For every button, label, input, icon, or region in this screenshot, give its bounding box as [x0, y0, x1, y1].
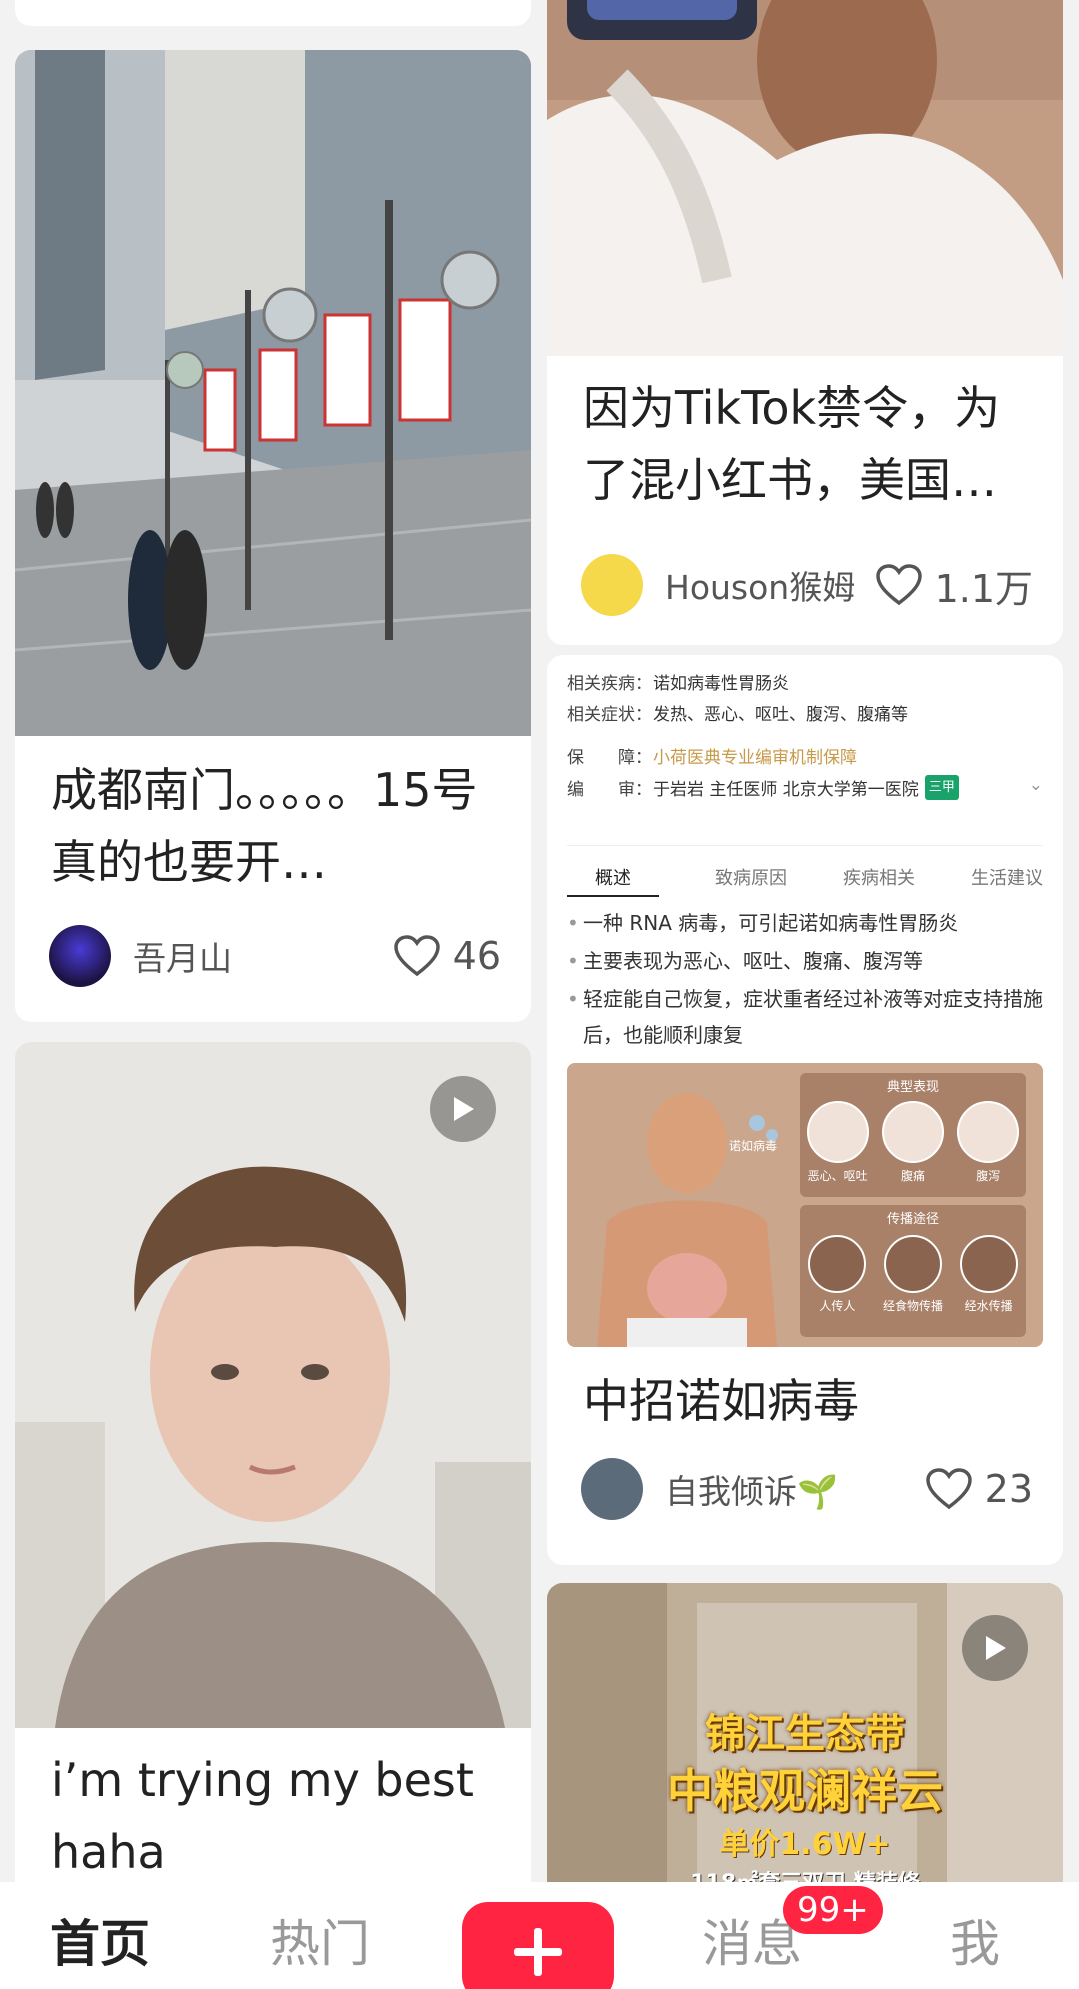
play-icon — [454, 1097, 474, 1121]
reviewer-value: 于岩岩 主任医师 北京大学第一医院 — [653, 780, 919, 800]
overview-bullet: 轻症能自己恢复，症状重者经过补液等对症支持措施后，也能顺利康复 — [567, 981, 1043, 1053]
plus-icon — [514, 1928, 562, 1976]
note-meta: 吾月山 46 — [15, 916, 531, 996]
avatar[interactable] — [581, 1458, 643, 1520]
typical-items: 恶心、呕吐 腹痛 腹泻 — [800, 1101, 1026, 1184]
typical-title: 典型表现 — [886, 1080, 939, 1095]
typical-item: 腹痛 — [881, 1101, 944, 1184]
play-icon — [986, 1636, 1006, 1660]
typical-item-label: 腹泻 — [976, 1169, 1001, 1183]
water-drop-icon — [959, 1235, 1018, 1293]
diarrhea-icon — [957, 1101, 1020, 1163]
tab-related[interactable]: 疾病相关 — [843, 864, 915, 897]
transmission-item-label: 经食物传播 — [882, 1299, 943, 1313]
street-photo-illustration — [15, 50, 531, 736]
video-play-badge — [962, 1615, 1028, 1681]
transmission-item: 经水传播 — [959, 1235, 1018, 1314]
transmission-item-label: 人传人 — [819, 1299, 856, 1313]
bottom-tab-bar: 首页 热门 消息 99+ 我 — [0, 1882, 1079, 1989]
heart-icon — [875, 564, 922, 606]
note-cover-image: 锦江生态带 中粮观澜祥云 单价1.6W+ 118㎡套三双卫 精装修 — [547, 1583, 1063, 1903]
disease-row: 相关疾病： 诺如病毒性胃肠炎 — [567, 669, 789, 694]
typical-item-label: 恶心、呕吐 — [807, 1169, 868, 1183]
note-meta: 自我倾诉🌱 23 — [547, 1449, 1063, 1529]
transmission-item: 人传人 — [808, 1235, 867, 1314]
previous-card-fragment[interactable] — [15, 0, 531, 26]
guarantee-label: 保 障： — [567, 748, 652, 768]
avatar[interactable] — [49, 925, 111, 987]
symptom-value: 发热、恶心、呕吐、腹泻、腹痛等 — [653, 705, 908, 725]
typical-item: 恶心、呕吐 — [806, 1101, 869, 1184]
medical-tabs: 概述 致病原因 疾病相关 生活建议 — [567, 845, 1043, 897]
tab-me[interactable]: 我 — [950, 1904, 1000, 1976]
virus-label: 诺如病毒 — [729, 1139, 778, 1153]
overlay-text-line2: 中粮观澜祥云 — [667, 1764, 943, 1818]
author-name[interactable]: 吾月山 — [133, 932, 393, 980]
typical-symptoms-panel: 典型表现 恶心、呕吐 腹痛 腹泻 — [800, 1073, 1026, 1197]
note-card[interactable]: 成都南门。。。。。15号真的也要开… 吾月山 46 — [15, 50, 531, 1022]
guarantee-value: 小荷医典专业编审机制保障 — [653, 748, 857, 768]
publish-button[interactable] — [462, 1902, 614, 1989]
avatar[interactable] — [581, 554, 643, 616]
tab-hot[interactable]: 热门 — [270, 1904, 370, 1976]
note-card[interactable]: 因为TikTok禁令，为了混小红书，美国… Houson猴姆 1.1万 — [547, 0, 1063, 645]
norovirus-illustration: 诺如病毒 典型表现 恶心、呕吐 腹痛 腹泻 传播途径 人传人 经食物传播 经水传… — [567, 1063, 1043, 1347]
note-cover-image — [15, 50, 531, 736]
transmission-items: 人传人 经食物传播 经水传播 — [800, 1235, 1026, 1314]
note-card[interactable]: 相关疾病： 诺如病毒性胃肠炎 相关症状： 发热、恶心、呕吐、腹泻、腹痛等 保 障… — [547, 655, 1063, 1565]
like-button[interactable]: 23 — [925, 1467, 1033, 1511]
tab-causes[interactable]: 致病原因 — [715, 864, 787, 897]
tab-overview[interactable]: 概述 — [567, 864, 659, 897]
guarantee-row: 保 障： 小荷医典专业编审机制保障 — [567, 743, 857, 768]
chevron-down-icon[interactable]: ⌄ — [1029, 775, 1043, 800]
disease-value: 诺如病毒性胃肠炎 — [653, 674, 789, 694]
tab-life-advice[interactable]: 生活建议 — [971, 864, 1043, 897]
like-count: 46 — [452, 934, 501, 978]
transmission-panel: 传播途径 人传人 经食物传播 经水传播 — [800, 1205, 1026, 1337]
typical-item-label: 腹痛 — [900, 1169, 925, 1183]
symptom-row: 相关症状： 发热、恶心、呕吐、腹泻、腹痛等 — [567, 700, 908, 725]
note-cover-image — [15, 1042, 531, 1728]
author-name[interactable]: 自我倾诉🌱 — [665, 1465, 925, 1513]
note-title[interactable]: i’m trying my best haha — [15, 1744, 531, 1888]
reviewer-label: 编 审： — [567, 780, 652, 800]
note-title[interactable]: 因为TikTok禁令，为了混小红书，美国… — [547, 372, 1063, 516]
heart-icon — [393, 935, 440, 977]
disease-label: 相关疾病： — [567, 674, 652, 694]
note-card[interactable]: i’m trying my best haha — [15, 1042, 531, 1902]
transmission-item: 经食物传播 — [883, 1235, 943, 1314]
like-count: 23 — [984, 1467, 1033, 1511]
selfie-photo-illustration — [547, 0, 1063, 356]
typical-item: 腹泻 — [957, 1101, 1020, 1184]
overview-bullet: 一种 RNA 病毒，可引起诺如病毒性胃肠炎 — [567, 905, 1043, 941]
note-meta: Houson猴姆 1.1万 — [547, 545, 1063, 625]
note-cover-image — [547, 0, 1063, 356]
overview-bullet: 主要表现为恶心、呕吐、腹痛、腹泻等 — [567, 943, 1043, 979]
author-name[interactable]: Houson猴姆 — [665, 561, 875, 609]
reviewer-row: 编 审： 于岩岩 主任医师 北京大学第一医院 三甲 ⌄ — [567, 775, 1043, 800]
video-play-badge — [430, 1076, 496, 1142]
hospital-grade-badge: 三甲 — [924, 775, 959, 800]
stomachache-icon — [881, 1101, 944, 1163]
note-title[interactable]: 中招诺如病毒 — [547, 1365, 1063, 1437]
like-button[interactable]: 46 — [393, 934, 501, 978]
note-card[interactable]: 锦江生态带 中粮观澜祥云 单价1.6W+ 118㎡套三双卫 精装修 — [547, 1583, 1063, 1903]
symptom-label: 相关症状： — [567, 705, 652, 725]
transmission-title: 传播途径 — [886, 1212, 939, 1227]
message-count-badge: 99+ — [783, 1886, 883, 1934]
like-count: 1.1万 — [934, 566, 1033, 611]
people-icon — [808, 1235, 867, 1293]
transmission-item-label: 经水传播 — [964, 1299, 1013, 1313]
nausea-icon — [806, 1101, 869, 1163]
heart-icon — [925, 1468, 972, 1510]
overlay-text-line3: 单价1.6W+ — [719, 1827, 891, 1862]
tab-home[interactable]: 首页 — [50, 1904, 150, 1976]
overlay-text-line1: 锦江生态带 — [705, 1711, 905, 1757]
portrait-photo-illustration — [15, 1042, 531, 1728]
like-button[interactable]: 1.1万 — [875, 558, 1033, 613]
food-icon — [883, 1235, 942, 1293]
note-title[interactable]: 成都南门。。。。。15号真的也要开… — [15, 754, 531, 898]
